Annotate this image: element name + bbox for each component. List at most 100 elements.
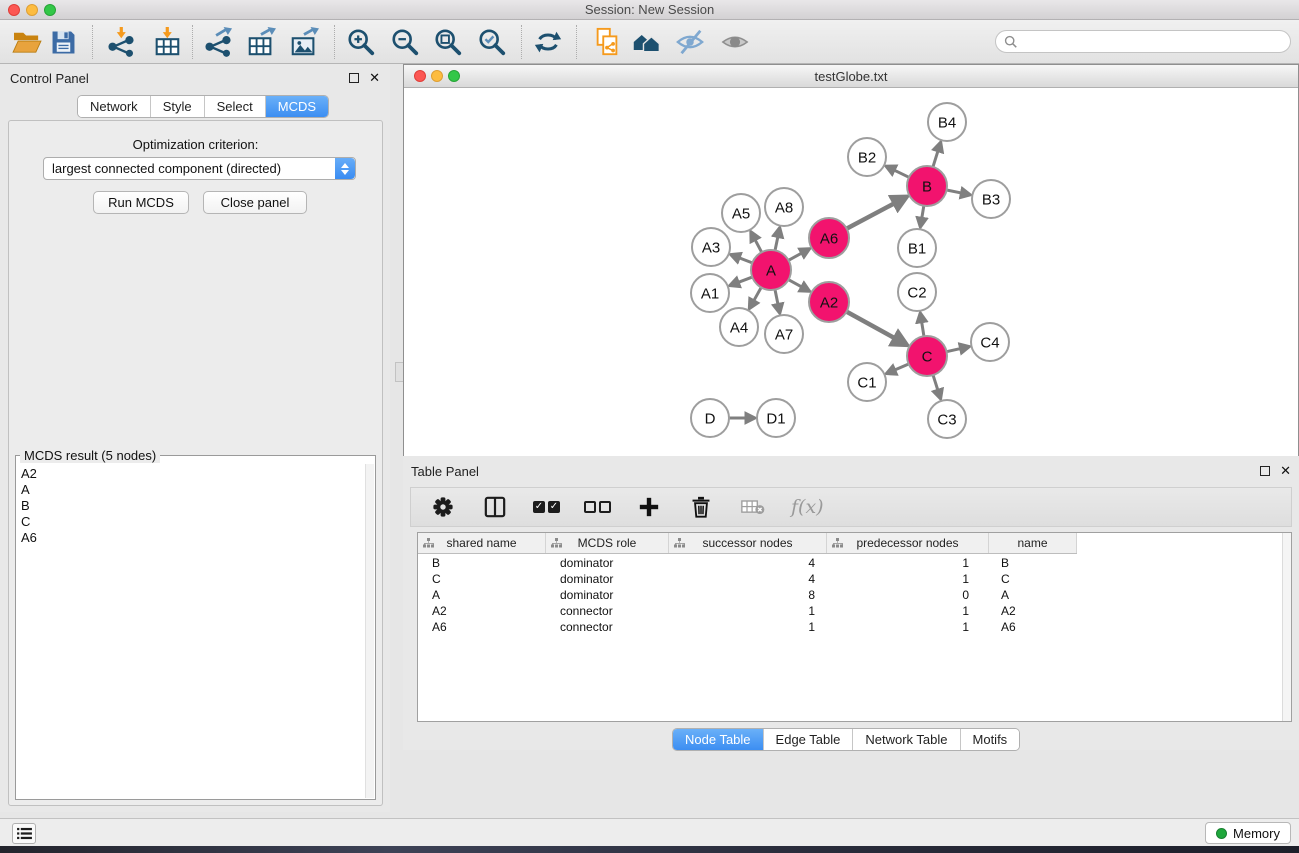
show-all-icon[interactable] xyxy=(720,27,750,57)
graph-edge-C-C2[interactable] xyxy=(921,320,923,336)
table-cell[interactable]: 8 xyxy=(669,587,827,603)
close-panel-icon[interactable]: ✕ xyxy=(369,73,380,83)
minimize-window-button[interactable] xyxy=(26,4,38,16)
table-scrollbar[interactable] xyxy=(1282,533,1291,721)
delete-table-icon[interactable] xyxy=(739,493,767,521)
refresh-view-icon[interactable] xyxy=(533,27,563,57)
graph-edge-A2-C[interactable] xyxy=(847,312,897,340)
graph-edge-C-C1[interactable] xyxy=(893,364,908,371)
table-cell[interactable]: A xyxy=(989,587,1077,603)
zoom-in-icon[interactable] xyxy=(346,27,376,57)
task-history-button[interactable] xyxy=(12,823,36,844)
import-network-icon[interactable] xyxy=(106,27,136,57)
table-cell[interactable]: B xyxy=(418,555,546,571)
network-close-button[interactable] xyxy=(414,70,426,82)
mcds-result-item[interactable]: A6 xyxy=(21,530,366,546)
run-mcds-button[interactable]: Run MCDS xyxy=(93,191,189,214)
table-cell[interactable]: B xyxy=(989,555,1077,571)
table-row[interactable]: Adominator80A xyxy=(418,587,1281,603)
table-cell[interactable]: connector xyxy=(546,603,669,619)
table-row[interactable]: Cdominator41C xyxy=(418,571,1281,587)
table-row[interactable]: Bdominator41B xyxy=(418,555,1281,571)
network-minimize-button[interactable] xyxy=(431,70,443,82)
table-row[interactable]: A2connector11A2 xyxy=(418,603,1281,619)
table-cell[interactable]: dominator xyxy=(546,571,669,587)
table-cell[interactable]: C xyxy=(418,571,546,587)
table-cell[interactable]: A2 xyxy=(418,603,546,619)
export-table-icon[interactable] xyxy=(246,27,276,57)
graph-edge-A6-B[interactable] xyxy=(847,202,897,229)
zoom-selected-icon[interactable] xyxy=(477,27,507,57)
duplicate-network-icon[interactable] xyxy=(592,27,622,57)
tab-style[interactable]: Style xyxy=(151,96,205,117)
close-table-panel-icon[interactable]: ✕ xyxy=(1280,466,1291,476)
import-table-icon[interactable] xyxy=(152,27,182,57)
float-table-panel-icon[interactable] xyxy=(1260,466,1270,476)
table-cell[interactable]: A6 xyxy=(989,619,1077,635)
graph-edge-A-A3[interactable] xyxy=(738,257,753,263)
close-panel-button[interactable]: Close panel xyxy=(203,191,307,214)
float-panel-icon[interactable] xyxy=(349,73,359,83)
export-network-icon[interactable] xyxy=(203,27,233,57)
hide-selected-icon[interactable] xyxy=(675,27,705,57)
network-window-titlebar[interactable]: testGlobe.txt xyxy=(404,65,1298,88)
table-cell[interactable]: 1 xyxy=(669,619,827,635)
table-cell[interactable]: A6 xyxy=(418,619,546,635)
add-column-icon[interactable] xyxy=(635,493,663,521)
graph-edge-A-A7[interactable] xyxy=(775,290,778,306)
mcds-result-item[interactable]: C xyxy=(21,514,366,530)
tab-edge-table[interactable]: Edge Table xyxy=(764,729,854,750)
column-header-MCDS-role[interactable]: MCDS role xyxy=(546,533,669,553)
memory-button[interactable]: Memory xyxy=(1205,822,1291,844)
table-cell[interactable]: dominator xyxy=(546,555,669,571)
network-canvas[interactable]: B4B2BB3A8A5A6A3B1AC2A1A2A4A7C4CC1C3DD1 xyxy=(404,88,1298,515)
graph-edge-A-A8[interactable] xyxy=(775,235,778,250)
table-cell[interactable]: 1 xyxy=(669,603,827,619)
table-cell[interactable]: 1 xyxy=(827,571,989,587)
table-cell[interactable]: A2 xyxy=(989,603,1077,619)
graph-edge-A-A6[interactable] xyxy=(789,252,804,260)
graph-edge-B-B2[interactable] xyxy=(893,169,909,177)
tab-network-table[interactable]: Network Table xyxy=(853,729,960,750)
mcds-result-item[interactable]: A xyxy=(21,482,366,498)
table-cell[interactable]: dominator xyxy=(546,587,669,603)
tab-motifs[interactable]: Motifs xyxy=(961,729,1020,750)
zoom-window-button[interactable] xyxy=(44,4,56,16)
select-all-checkbox-icon[interactable]: ✓✓ xyxy=(533,501,560,513)
table-cell[interactable]: 1 xyxy=(827,619,989,635)
mcds-list-scrollbar[interactable] xyxy=(365,464,374,798)
function-builder-icon[interactable]: f(x) xyxy=(791,496,824,518)
deselect-all-checkbox-icon[interactable] xyxy=(584,501,611,513)
graph-edge-C-C3[interactable] xyxy=(933,375,938,392)
table-cell[interactable]: 1 xyxy=(827,603,989,619)
network-graph[interactable]: B4B2BB3A8A5A6A3B1AC2A1A2A4A7C4CC1C3DD1 xyxy=(404,88,1298,515)
close-window-button[interactable] xyxy=(8,4,20,16)
graph-edge-A-A1[interactable] xyxy=(737,277,753,283)
graph-edge-C-C4[interactable] xyxy=(947,348,963,351)
split-view-icon[interactable] xyxy=(481,493,509,521)
optimization-criterion-dropdown[interactable]: largest connected component (directed) xyxy=(43,157,356,180)
graph-edge-B-B3[interactable] xyxy=(947,190,963,193)
tab-network[interactable]: Network xyxy=(78,96,151,117)
mcds-result-item[interactable]: A2 xyxy=(21,466,366,482)
mcds-result-item[interactable]: B xyxy=(21,498,366,514)
table-cell[interactable]: 0 xyxy=(827,587,989,603)
graph-edge-A-A2[interactable] xyxy=(789,280,804,288)
graph-edge-A-A5[interactable] xyxy=(754,238,761,252)
table-cell[interactable]: A xyxy=(418,587,546,603)
graph-edge-B-B4[interactable] xyxy=(933,149,939,167)
column-header-successor-nodes[interactable]: successor nodes xyxy=(669,533,827,553)
table-cell[interactable]: connector xyxy=(546,619,669,635)
delete-column-icon[interactable] xyxy=(687,493,715,521)
tab-node-table[interactable]: Node Table xyxy=(673,729,764,750)
table-row[interactable]: A6connector11A6 xyxy=(418,619,1281,635)
tab-mcds[interactable]: MCDS xyxy=(266,96,328,117)
zoom-fit-icon[interactable] xyxy=(433,27,463,57)
mcds-result-list[interactable]: A2ABCA6 xyxy=(17,464,366,798)
column-header-shared-name[interactable]: shared name xyxy=(418,533,546,553)
table-settings-icon[interactable] xyxy=(429,493,457,521)
search-input[interactable] xyxy=(1023,35,1290,49)
graph-edge-B-B1[interactable] xyxy=(922,206,924,220)
save-session-icon[interactable] xyxy=(48,27,78,57)
zoom-out-icon[interactable] xyxy=(390,27,420,57)
